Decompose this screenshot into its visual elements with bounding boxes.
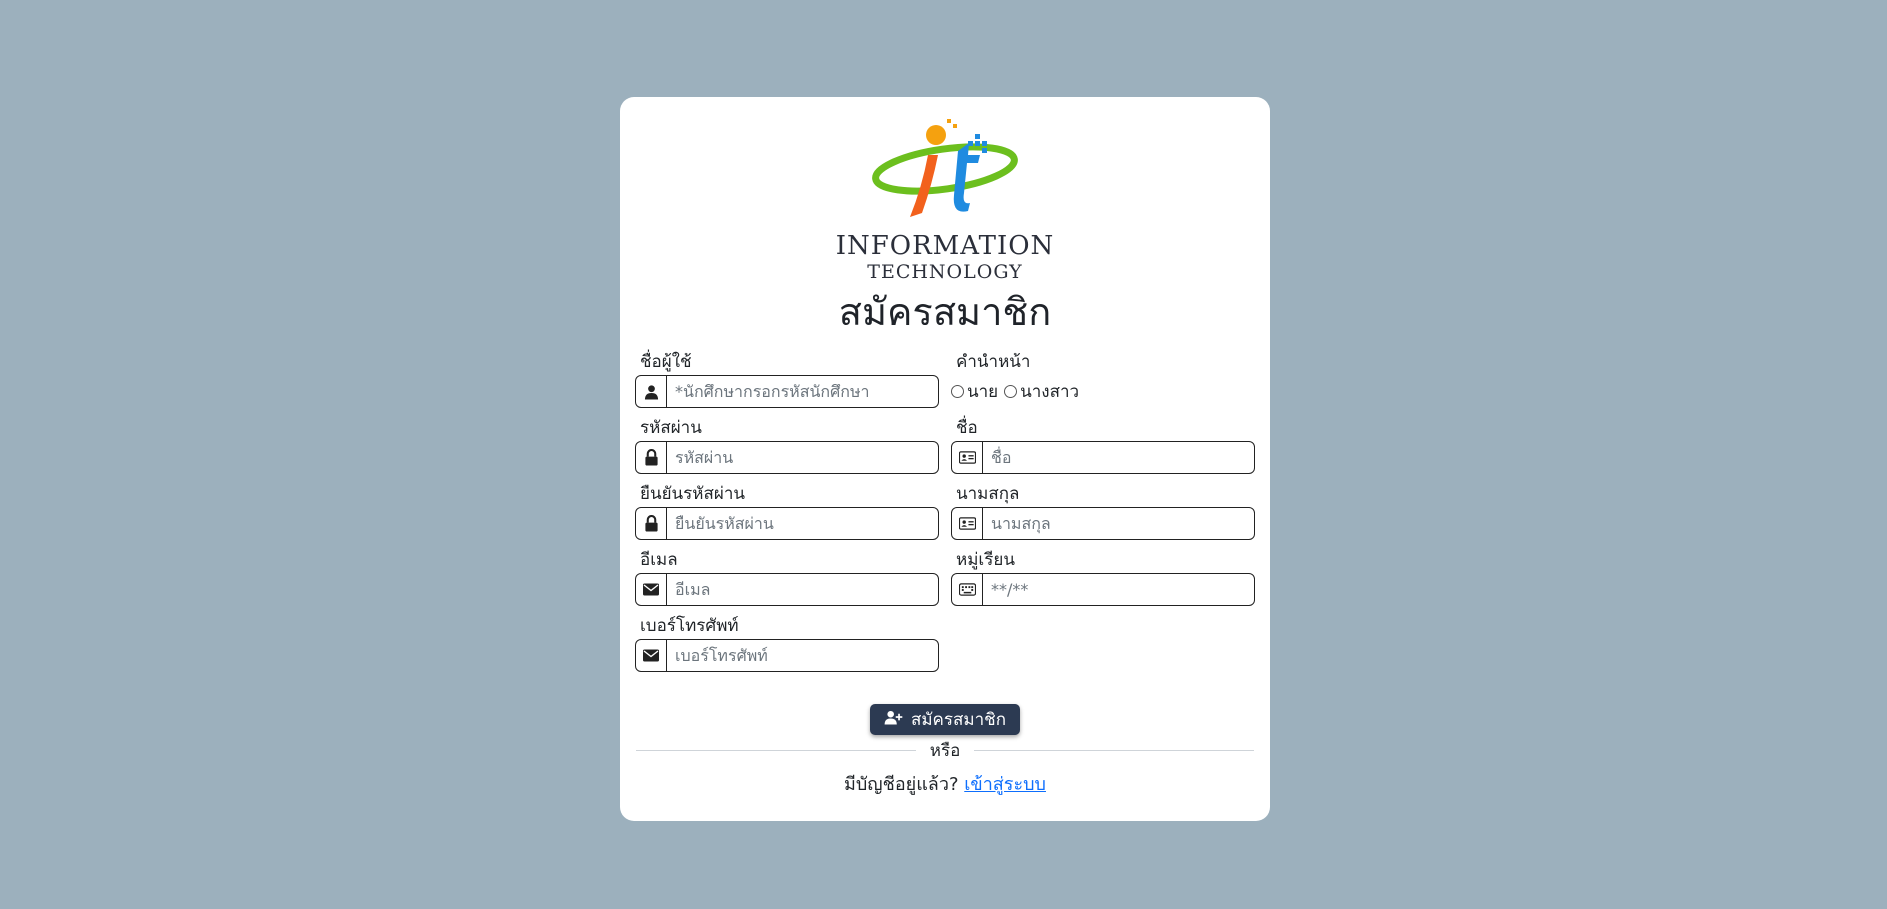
group-field-group: หมู่เรียน (951, 549, 1255, 606)
lock-icon (636, 442, 667, 473)
lastname-input[interactable] (983, 508, 1254, 539)
phone-field-group: เบอร์โทรศัพท์ (635, 615, 939, 672)
or-divider: หรือ (636, 740, 1255, 761)
phone-input-wrapper (635, 639, 939, 672)
logo-text-line2: TECHNOLOGY (867, 261, 1023, 283)
group-label: หมู่เรียน (956, 550, 1015, 570)
logo-text-line1: INFORMATION (835, 231, 1055, 261)
prefix-field-group: คำนำหน้า นาย นางสาว (951, 351, 1255, 408)
lastname-label: นามสกุล (956, 484, 1020, 504)
prefix-label: คำนำหน้า (956, 352, 1031, 372)
keyboard-icon (952, 574, 983, 605)
login-link[interactable]: เข้าสู่ระบบ (964, 774, 1046, 795)
prefix-option-mr-label: นาย (967, 382, 999, 402)
password-label: รหัสผ่าน (640, 418, 702, 438)
prefix-option-miss[interactable]: นางสาว (1004, 378, 1079, 405)
password-input[interactable] (667, 442, 938, 473)
login-prompt-text: มีบัญชีอยู่แล้ว? (844, 774, 959, 795)
register-button-label: สมัครสมาชิก (910, 710, 1007, 730)
register-button[interactable]: สมัครสมาชิก (870, 704, 1020, 735)
group-input[interactable] (983, 574, 1254, 605)
id-card-icon (952, 508, 983, 539)
divider-line (974, 749, 1255, 751)
confirm-password-label: ยืนยันรหัสผ่าน (640, 484, 746, 504)
id-card-icon (952, 442, 983, 473)
firstname-field-group: ชื่อ (951, 417, 1255, 474)
prefix-radio-group: นาย นางสาว (951, 375, 1255, 408)
confirm-password-field-group: ยืนยันรหัสผ่าน (635, 483, 939, 540)
group-input-wrapper (951, 573, 1255, 606)
it-logo-graphic (872, 119, 1018, 217)
username-label: ชื่อผู้ใช้ (640, 352, 692, 372)
radio-circle-icon[interactable] (1004, 385, 1018, 398)
lastname-field-group: นามสกุล (951, 483, 1255, 540)
radio-circle-icon[interactable] (951, 385, 964, 398)
firstname-input[interactable] (983, 442, 1254, 473)
it-logo: INFORMATION TECHNOLOGY (620, 117, 1270, 283)
user-plus-icon (884, 710, 903, 730)
confirm-password-input-wrapper (635, 507, 939, 540)
username-field-group: ชื่อผู้ใช้ (635, 351, 939, 408)
envelope-icon (636, 640, 667, 671)
divider-text: หรือ (929, 740, 961, 761)
page-title: สมัครสมาชิก (838, 290, 1052, 334)
lock-icon (636, 508, 667, 539)
password-field-group: รหัสผ่าน (635, 417, 939, 474)
username-input-wrapper (635, 375, 939, 408)
login-prompt-row: มีบัญชีอยู่แล้ว? เข้าสู่ระบบ (620, 769, 1270, 798)
email-label: อีเมล (640, 550, 678, 570)
prefix-option-mr[interactable]: นาย (951, 378, 998, 405)
password-input-wrapper (635, 441, 939, 474)
email-field-group: อีเมล (635, 549, 939, 606)
register-card: INFORMATION TECHNOLOGY สมัครสมาชิก ชื่อผ… (620, 97, 1270, 821)
firstname-label: ชื่อ (956, 418, 978, 438)
user-icon (636, 376, 667, 407)
email-input-wrapper (635, 573, 939, 606)
prefix-option-miss-label: นางสาว (1020, 382, 1080, 402)
phone-input[interactable] (667, 640, 938, 671)
envelope-icon (636, 574, 667, 605)
phone-label: เบอร์โทรศัพท์ (640, 616, 739, 636)
divider-line (636, 749, 916, 751)
lastname-input-wrapper (951, 507, 1255, 540)
email-input[interactable] (667, 574, 938, 605)
firstname-input-wrapper (951, 441, 1255, 474)
confirm-password-input[interactable] (667, 508, 938, 539)
username-input[interactable] (667, 376, 938, 407)
